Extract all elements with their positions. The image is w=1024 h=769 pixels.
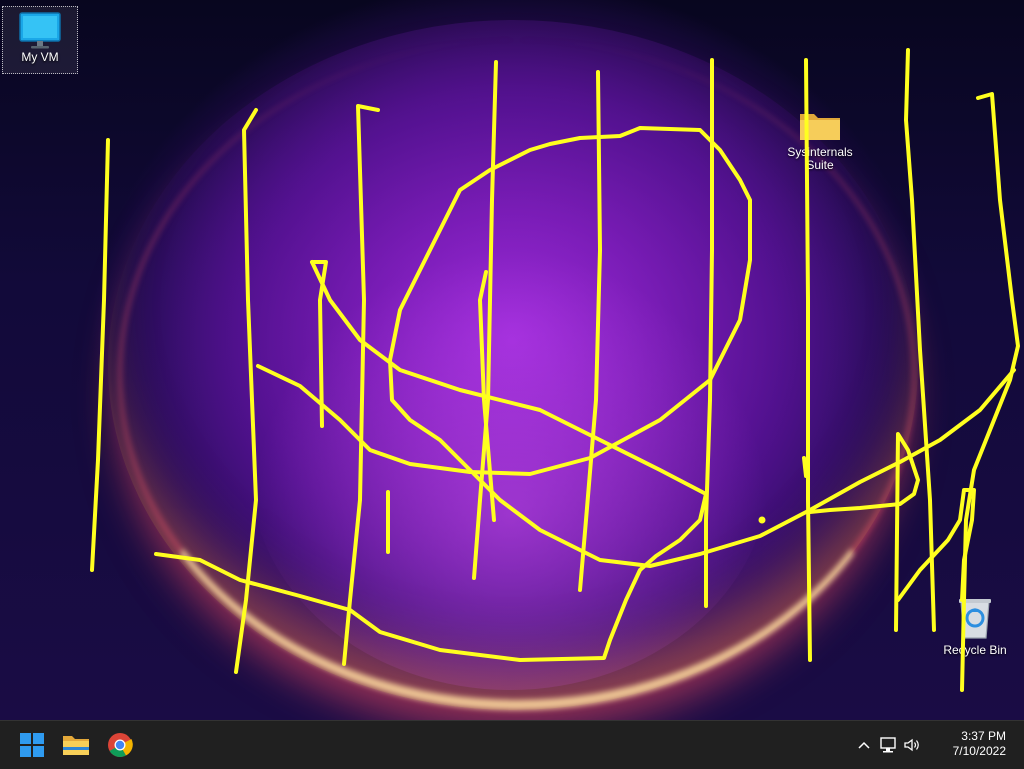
system-tray: 3:37 PM 7/10/2022 — [854, 721, 1024, 769]
desktop-icon-sysinternals-suite[interactable]: Sysinternals Suite — [778, 108, 862, 172]
desktop-icon-my-vm[interactable]: My VM — [2, 6, 78, 74]
desktop-icon-label: My VM — [21, 50, 59, 64]
chevron-up-icon[interactable] — [854, 735, 874, 755]
start-button[interactable] — [16, 729, 48, 761]
clock-time: 3:37 PM — [961, 729, 1006, 743]
recycle-bin-icon — [959, 599, 991, 639]
folder-icon — [800, 114, 840, 140]
volume-icon[interactable] — [902, 735, 922, 755]
taskbar-clock[interactable]: 3:37 PM 7/10/2022 — [953, 729, 1006, 759]
desktop-icon-label: Recycle Bin — [943, 643, 1007, 657]
file-explorer-icon — [63, 736, 89, 755]
chrome-button[interactable] — [104, 729, 136, 761]
chrome-icon — [108, 733, 133, 758]
monitor-icon — [19, 12, 61, 49]
desktop-icon-recycle-bin[interactable]: Recycle Bin — [938, 596, 1012, 657]
network-icon[interactable] — [878, 735, 898, 755]
windows-logo-icon — [20, 733, 44, 757]
file-explorer-button[interactable] — [60, 729, 92, 761]
taskbar: 3:37 PM 7/10/2022 — [0, 720, 1024, 769]
desktop[interactable]: My VM Sysinternals Suite Recycle Bin — [0, 0, 1024, 720]
desktop-icon-label: Suite — [806, 158, 834, 172]
clock-date: 7/10/2022 — [952, 744, 1006, 758]
